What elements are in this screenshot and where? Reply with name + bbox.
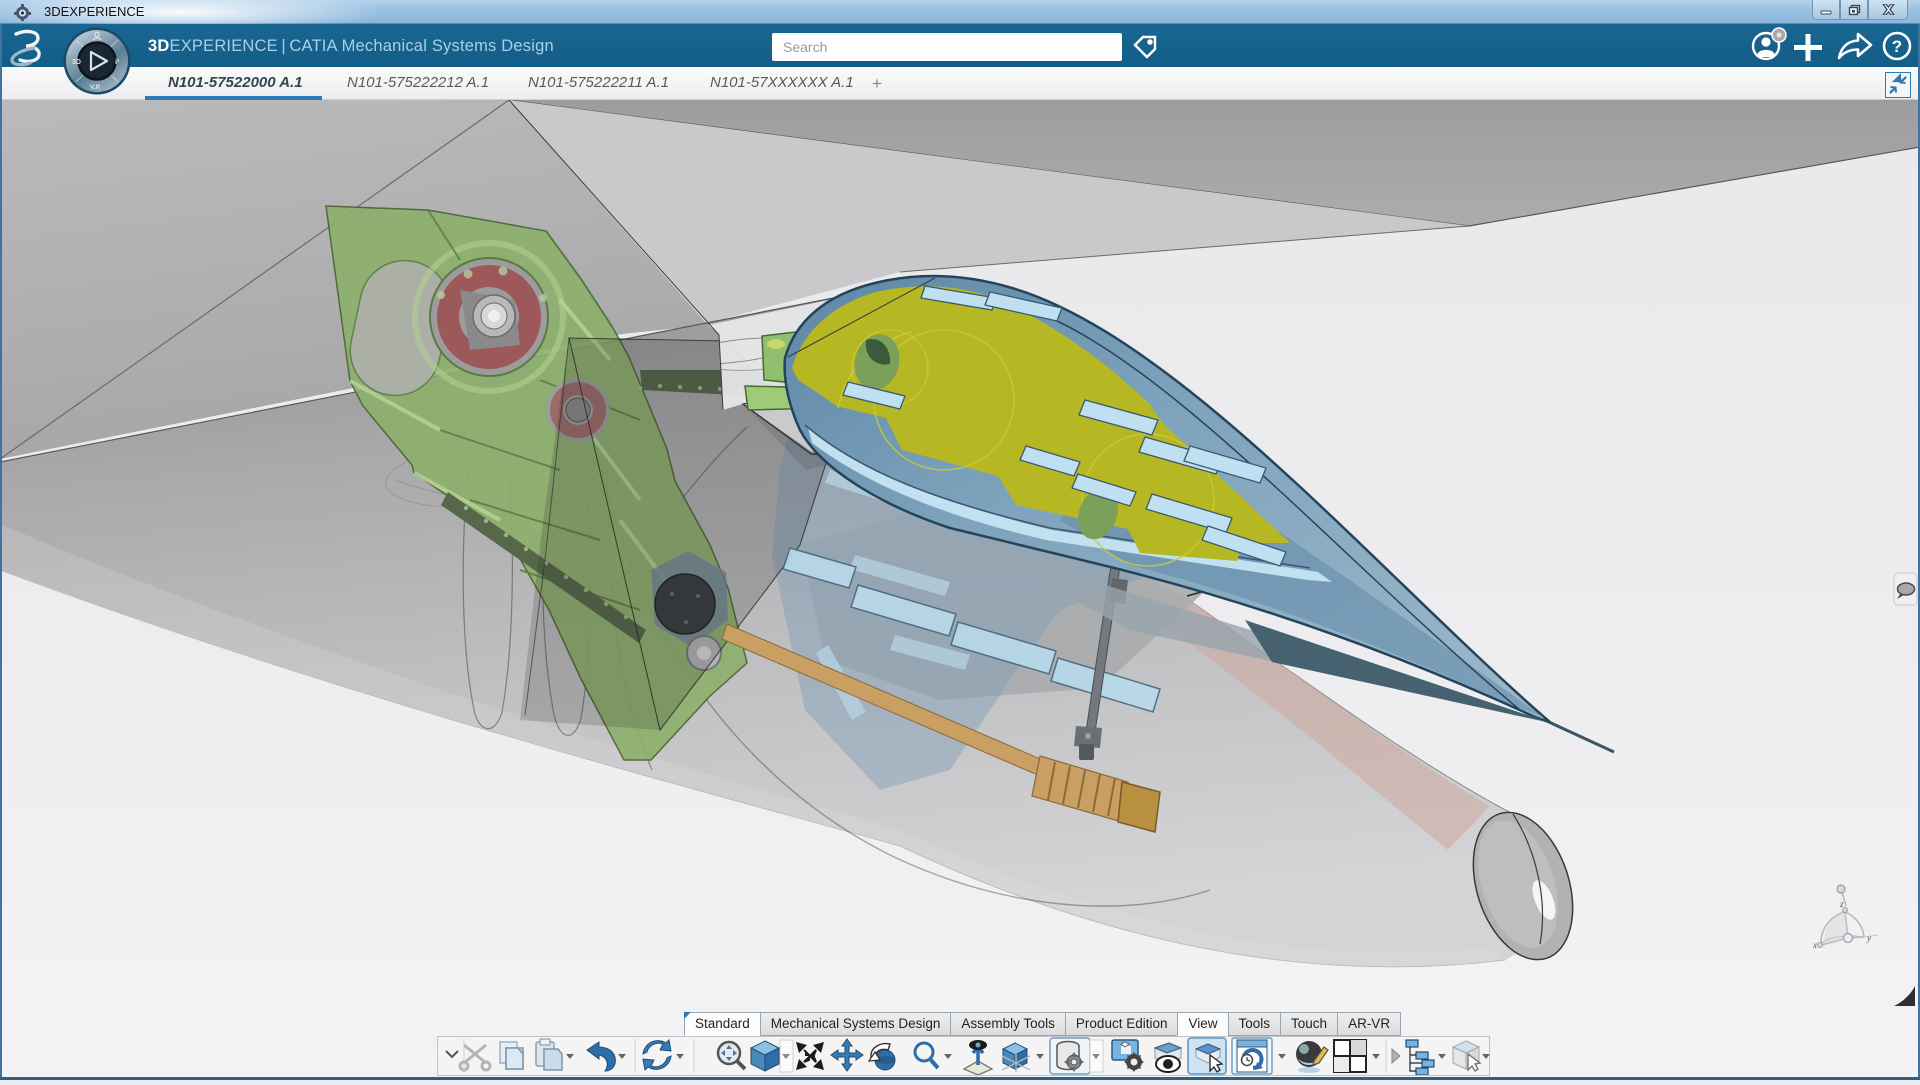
svg-text:z: z (1839, 899, 1844, 909)
svg-text:?: ? (1892, 37, 1902, 56)
svg-text:x: x (1812, 940, 1817, 950)
svg-text:3D: 3D (72, 59, 81, 66)
svg-text:V.R: V.R (90, 84, 101, 91)
svg-text:y: y (1866, 933, 1871, 943)
svg-text:i²: i² (115, 59, 120, 66)
